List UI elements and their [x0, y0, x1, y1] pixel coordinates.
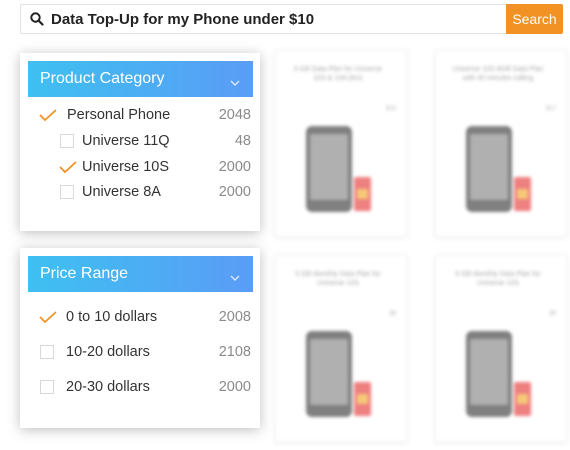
option-count: 2000	[218, 379, 251, 395]
phone-image	[306, 126, 352, 212]
checkbox[interactable]	[40, 345, 54, 359]
option-label: Universe 8A	[82, 184, 161, 200]
product-title: 5 GB Data Plan for Universe 10S & 10A (6…	[293, 66, 383, 82]
option-label: Universe 10S	[82, 159, 170, 175]
chevron-down-icon[interactable]	[230, 269, 240, 281]
product-title: 5 GB Monthly Data Plan for Universe 10S	[295, 271, 381, 287]
option-count: 2000	[218, 159, 251, 175]
product-title: 6 GB Monthly Data Plan for Universe 10S	[455, 271, 541, 287]
checkbox-checked[interactable]	[59, 160, 77, 174]
option-count: 2008	[218, 309, 251, 325]
search-bar[interactable]: Data Top-Up for my Phone under $10 Searc…	[20, 4, 563, 34]
product-card[interactable]: 6 GB Monthly Data Plan for Universe 10S …	[435, 255, 567, 442]
checkbox[interactable]	[60, 134, 74, 148]
panel-title: Product Category	[40, 70, 165, 87]
option-count: 48	[234, 133, 251, 149]
price-range-header[interactable]: Price Range	[28, 256, 253, 292]
sim-card-image	[514, 382, 531, 416]
sim-card-image	[354, 382, 371, 416]
option-label: 0 to 10 dollars	[66, 309, 158, 325]
option-count: 2108	[218, 344, 251, 360]
product-price: $15	[385, 106, 396, 112]
product-card[interactable]: 5 GB Data Plan for Universe 10S & 10A (6…	[275, 50, 407, 237]
filter-option-10-to-20[interactable]: 10-20 dollars 2108	[20, 342, 260, 364]
sim-card-image	[514, 177, 531, 211]
filter-option-20-to-30[interactable]: 20-30 dollars 2000	[20, 377, 260, 399]
filter-option-universe-11q[interactable]: Universe 11Q 48	[20, 131, 260, 153]
product-price: $17	[545, 106, 556, 112]
sim-card-image	[354, 177, 371, 211]
product-title: Universe 10S 8GB Data Plan with 30 minut…	[452, 66, 544, 82]
option-label: 20-30 dollars	[66, 379, 150, 395]
option-label: 10-20 dollars	[66, 344, 150, 360]
checkbox-checked[interactable]	[39, 108, 57, 122]
option-label: Personal Phone	[67, 107, 171, 123]
search-input[interactable]: Data Top-Up for my Phone under $10	[51, 11, 314, 28]
option-count: 2000	[218, 184, 251, 200]
option-count: 2048	[218, 107, 251, 123]
phone-image	[466, 126, 512, 212]
filter-option-personal-phone[interactable]: Personal Phone 2048	[20, 105, 260, 127]
product-price: $8	[389, 311, 396, 317]
option-label: Universe 11Q	[82, 133, 170, 149]
search-icon	[30, 12, 44, 26]
product-price: $9	[549, 311, 556, 317]
checkbox[interactable]	[60, 185, 74, 199]
chevron-down-icon[interactable]	[230, 74, 240, 86]
checkbox[interactable]	[40, 380, 54, 394]
product-category-panel: Product Category Personal Phone 2048 Uni…	[20, 53, 260, 231]
price-range-panel: Price Range 0 to 10 dollars 2008 10-20 d…	[20, 248, 260, 428]
checkbox-checked[interactable]	[39, 310, 57, 324]
phone-image	[466, 331, 512, 417]
search-button[interactable]: Search	[506, 4, 563, 34]
filter-option-0-to-10[interactable]: 0 to 10 dollars 2008	[20, 307, 260, 329]
product-card[interactable]: Universe 10S 8GB Data Plan with 30 minut…	[435, 50, 567, 237]
phone-image	[306, 331, 352, 417]
product-card[interactable]: 5 GB Monthly Data Plan for Universe 10S …	[275, 255, 407, 442]
product-grid: 5 GB Data Plan for Universe 10S & 10A (6…	[275, 50, 570, 450]
product-category-header[interactable]: Product Category	[28, 61, 253, 97]
filter-option-universe-8a[interactable]: Universe 8A 2000	[20, 182, 260, 204]
panel-title: Price Range	[40, 265, 129, 282]
filter-option-universe-10s[interactable]: Universe 10S 2000	[20, 157, 260, 179]
